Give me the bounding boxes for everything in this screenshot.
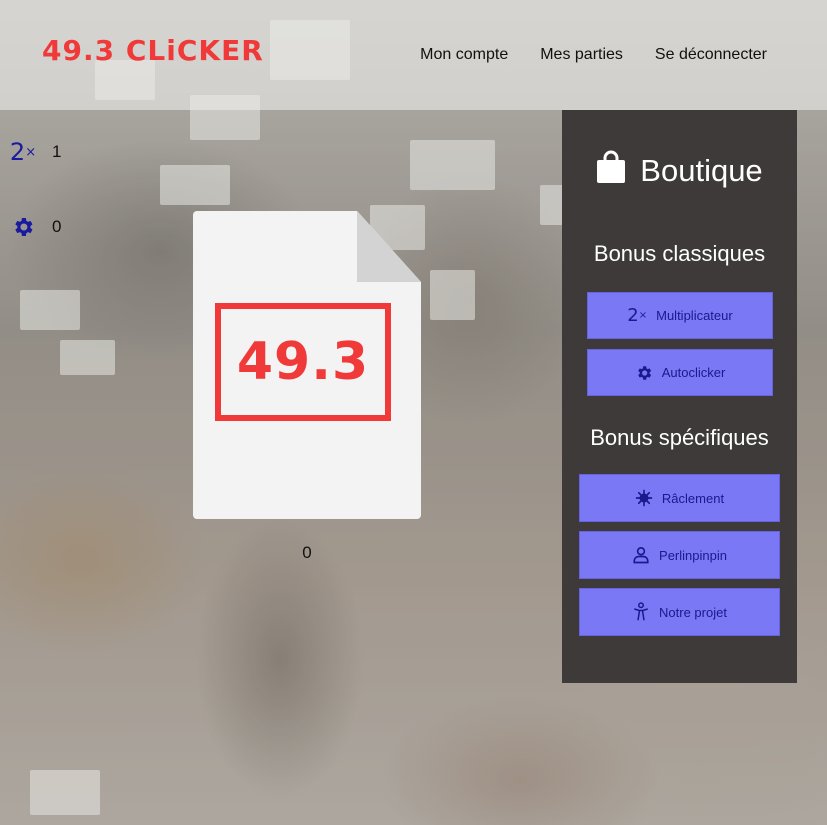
shop-title: Boutique [562,150,797,192]
virus-icon [635,489,653,507]
clicker-document[interactable]: 49.3 [193,211,421,519]
shop-panel: Boutique Bonus classiques 2 × Multiplicat… [562,110,797,683]
specific-bonus-heading: Bonus spécifiques [590,425,769,450]
raclement-button-label: Râclement [661,490,725,506]
nav-mes-parties[interactable]: Mes parties [540,46,623,64]
top-nav: Mon compte Mes parties Se déconnecter [420,46,767,64]
raclement-button[interactable]: Râclement [579,474,780,522]
nav-mon-compte[interactable]: Mon compte [420,46,508,64]
multiplier-button[interactable]: 2 × Multiplicateur [587,292,773,339]
multiplier-stat: 2 × 1 [9,138,62,166]
figure-icon [632,602,650,622]
autoclicker-button[interactable]: Autoclicker [587,349,773,396]
clicker-label-frame: 49.3 [215,303,391,421]
multiplier-2x-icon: 2 × [9,138,37,166]
multiplier-2x-icon: 2 × [627,304,648,326]
notre-projet-button-label: Notre projet [659,604,727,620]
autoclicker-stat: 0 [10,214,61,240]
autoclicker-button-label: Autoclicker [661,365,726,380]
click-counter: 0 [302,543,312,562]
gear-icon [10,214,36,240]
multiplier-button-label: Multiplicateur [656,308,733,323]
multiplier-value: 1 [52,142,62,161]
shop-title-text: Boutique [640,153,763,188]
clicker-label: 49.3 [236,332,370,392]
perlinpinpin-button-label: Perlinpinpin [659,547,727,563]
shopping-bag-icon [596,150,626,192]
nav-se-deconnecter[interactable]: Se déconnecter [655,46,767,64]
classic-bonus-heading: Bonus classiques [593,241,766,266]
person-icon [632,546,650,564]
notre-projet-button[interactable]: Notre projet [579,588,780,636]
autoclicker-value: 0 [52,217,62,236]
app-logo[interactable]: 49.3 CLiCKER [42,34,264,67]
perlinpinpin-button[interactable]: Perlinpinpin [579,531,780,579]
gear-icon [635,364,653,382]
